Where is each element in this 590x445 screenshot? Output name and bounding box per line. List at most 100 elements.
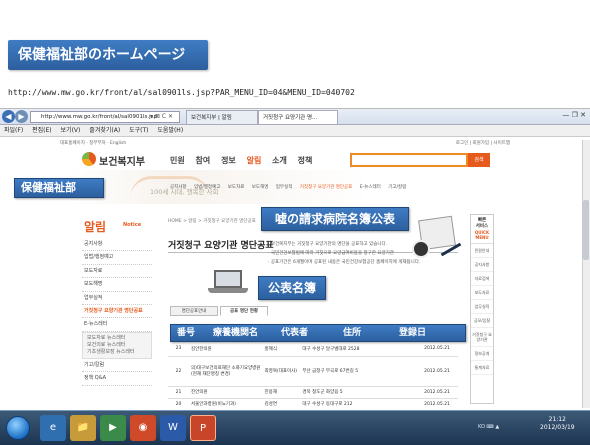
menu-tools[interactable]: 도구(T) xyxy=(129,127,148,134)
powerpoint-taskbar-icon[interactable]: P xyxy=(190,415,216,441)
content-tabs: 명단공표안내 공표 명단 현황 xyxy=(168,306,458,316)
forward-icon[interactable]: ▶ xyxy=(15,110,28,123)
util-links-left[interactable]: 대표홈페이지 · 정부부처 · English xyxy=(60,139,126,149)
system-tray[interactable]: KO ⌨ ▲ xyxy=(478,424,499,431)
gnb-item-policy[interactable]: 정책 xyxy=(298,156,313,165)
tab-guide[interactable]: 명단공표안내 xyxy=(170,306,218,316)
cell-name[interactable]: 김안한의원 xyxy=(189,342,263,357)
left-menu-subtitle: Notice xyxy=(123,222,142,228)
quick-menu-item[interactable]: 업무실적 xyxy=(471,300,493,314)
menu-view[interactable]: 보기(V) xyxy=(61,127,81,134)
browser-toolbar: ◀ ▶ http://www.mw.go.kr/front/al/sal0901… xyxy=(0,109,590,125)
left-menu-item[interactable]: 업무실적 xyxy=(82,292,152,305)
taskbar-clock[interactable]: 21:12 2012/03/19 xyxy=(540,416,575,432)
browser-tab-2[interactable]: 거짓청구 요양기관 명... xyxy=(258,110,338,124)
tab-list[interactable]: 공표 명단 현황 xyxy=(220,306,268,316)
left-menu-item[interactable]: 기고/칼럼 xyxy=(82,359,152,373)
chrome-taskbar-icon[interactable]: ◉ xyxy=(130,415,156,441)
subnav-item[interactable]: 업무실적 xyxy=(276,185,293,190)
quick-menu-item[interactable]: 통계자료 xyxy=(471,361,493,375)
quick-menu-item[interactable]: 거짓청구 요양기관 xyxy=(471,328,493,347)
table-row[interactable]: 23 김안한의원 홍혜식 대구 수성구 달구벌대로 2528 2012.05.2… xyxy=(168,342,458,357)
left-menu-item[interactable]: 보도해명 xyxy=(82,278,152,292)
vertical-scrollbar[interactable] xyxy=(582,140,590,408)
quick-menu-item[interactable]: 공지사항 xyxy=(471,258,493,272)
site-logo-text[interactable]: 보건복지부 xyxy=(99,153,145,168)
page-title: 거짓청구 요양기관 명단공표 xyxy=(168,241,274,251)
cell-addr: 대구 수성구 동대구로 212 xyxy=(300,398,416,411)
newspaper-coffee-illustration xyxy=(410,212,462,260)
cell-date: 2012.05.21 xyxy=(415,398,458,411)
util-links-right[interactable]: 로그인 | 회원가입 | 사이트맵 xyxy=(456,139,510,149)
ie-taskbar-icon[interactable]: e xyxy=(40,415,66,441)
subnav-item[interactable]: 기고/칼럼 xyxy=(388,185,406,190)
slide-url: http://www.mw.go.kr/front/al/sal0901ls.j… xyxy=(8,88,355,97)
quick-menu-item[interactable]: 공모/입찰 xyxy=(471,314,493,328)
cell-name[interactable]: 서울안과병원(비뇨기과) xyxy=(189,398,263,411)
gnb-item-about[interactable]: 소개 xyxy=(272,156,287,165)
left-menu-title: 알림 xyxy=(84,220,107,234)
quick-menu-item[interactable]: 자료검색 xyxy=(471,272,493,286)
global-nav: 민원 참여 정보 알림 소개 정책 xyxy=(170,155,320,166)
header-rep: 代表者 xyxy=(281,328,309,338)
subnav-item[interactable]: E-뉴스레터 xyxy=(360,185,381,190)
word-taskbar-icon[interactable]: W xyxy=(160,415,186,441)
cell-date: 2012.05.21 xyxy=(415,386,458,399)
browser-menu-bar: 파일(F) 편집(E) 보기(V) 즐겨찾기(A) 도구(T) 도움말(H) xyxy=(0,125,590,137)
clock-date: 2012/03/19 xyxy=(540,424,575,431)
site-search-input[interactable] xyxy=(350,153,468,167)
cell-rep: 진용재 xyxy=(262,386,301,399)
table-row[interactable]: 20 서울안과병원(비뇨기과) 김성연 대구 수성구 동대구로 212 2012… xyxy=(168,398,458,411)
callout-public-list: 公表名簿 xyxy=(258,276,326,300)
gnb-item-info[interactable]: 정보 xyxy=(221,156,236,165)
hero-slogan: 100세 시대, 행복한 사회 xyxy=(150,188,219,196)
cell-date: 2012.05.21 xyxy=(415,356,458,387)
menu-favorites[interactable]: 즐겨찾기(A) xyxy=(89,127,120,134)
slide-title: 保健福祉部のホームページ xyxy=(8,40,208,70)
subnav-item[interactable]: 보도자료 xyxy=(228,185,245,190)
left-menu-item[interactable]: 공지사항 xyxy=(82,238,152,252)
clock-time: 21:12 xyxy=(548,416,566,423)
back-icon[interactable]: ◀ xyxy=(2,110,15,123)
cell-rep: 홍혜식 xyxy=(262,342,301,357)
header-no: 番号 xyxy=(177,328,196,338)
gnb-item-civil[interactable]: 민원 xyxy=(170,156,185,165)
left-menu-subbox[interactable]: 보도자료 뉴스레터 보건의료 뉴스레터 기초생활보장 뉴스레터 xyxy=(82,331,152,359)
header-addr: 住所 xyxy=(343,328,362,338)
cell-no: 20 xyxy=(168,398,189,411)
header-name: 療養機関名 xyxy=(213,328,259,338)
callout-ministry: 保健福祉部 xyxy=(14,178,104,198)
left-menu: 공지사항 입법/행정예고 보도자료 보도해명 업무실적 거짓청구 요양기관 명단… xyxy=(82,238,152,386)
media-taskbar-icon[interactable]: ▶ xyxy=(100,415,126,441)
menu-edit[interactable]: 편집(E) xyxy=(32,127,52,134)
scrollbar-thumb[interactable] xyxy=(583,200,589,260)
gnb-item-notice[interactable]: 알림 xyxy=(247,156,262,165)
left-menu-item[interactable]: 정책 Q&A xyxy=(82,372,152,386)
quick-menu-item[interactable]: 보도자료 xyxy=(471,286,493,300)
cell-name[interactable]: 의)대구보건의료재단 소화기요양병원 (현재 재단명칭 변경) xyxy=(189,356,263,387)
site-search-button[interactable]: 검색 xyxy=(468,153,490,167)
ministry-logo-icon[interactable] xyxy=(82,152,96,166)
site-util-row: 대표홈페이지 · 정부부처 · English 로그인 | 회원가입 | 사이트… xyxy=(0,139,590,149)
gnb-item-participate[interactable]: 참여 xyxy=(196,156,211,165)
menu-file[interactable]: 파일(F) xyxy=(4,127,23,134)
cell-no: 21 xyxy=(168,386,189,399)
quick-menu-title: 빠른 서비스 xyxy=(475,218,489,229)
left-menu-item[interactable]: 보도자료 xyxy=(82,265,152,279)
left-menu-item-active[interactable]: 거짓청구 요양기관 명단공표 xyxy=(82,305,152,319)
start-button-icon[interactable] xyxy=(6,416,30,440)
window-controls[interactable]: — ❐ ✕ xyxy=(562,111,586,119)
cell-name[interactable]: 진안의원 xyxy=(189,386,263,399)
quick-menu-item[interactable]: 민원안내 xyxy=(471,244,493,258)
subnav-item-selected[interactable]: 거짓청구 요양기관 명단공표 xyxy=(300,185,353,190)
left-menu-item[interactable]: 입법/행정예고 xyxy=(82,251,152,265)
address-bar-icons[interactable]: ▾ ⊠ C ✕ xyxy=(150,111,173,123)
menu-help[interactable]: 도움말(H) xyxy=(157,127,183,134)
folder-taskbar-icon[interactable]: 📁 xyxy=(70,415,96,441)
table-row[interactable]: 21 진안의원 진용재 경북 청도군 화양읍 5 2012.05.21 xyxy=(168,386,458,399)
browser-tab-1[interactable]: 보건복지부 | 알림 xyxy=(186,110,258,124)
quick-menu-item[interactable]: 정보공개 xyxy=(471,347,493,361)
subnav-item[interactable]: 보도해명 xyxy=(252,185,269,190)
table-row[interactable]: 22 의)대구보건의료재단 소화기요양병원 (현재 재단명칭 변경) 최영복(대… xyxy=(168,356,458,387)
left-menu-item[interactable]: E-뉴스레터 xyxy=(82,318,152,332)
